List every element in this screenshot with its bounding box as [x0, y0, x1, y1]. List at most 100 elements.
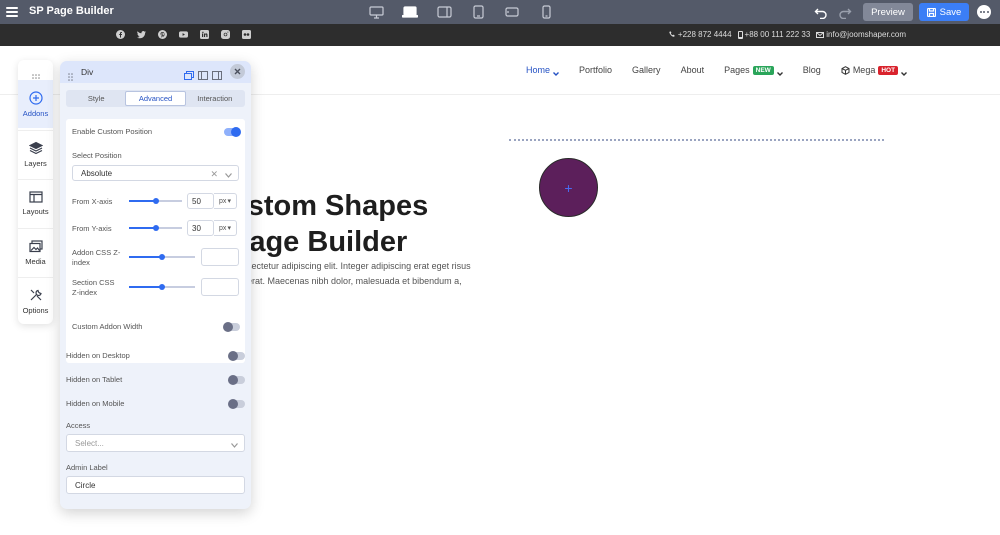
sidebar-item-label: Options: [22, 306, 49, 315]
sidebar-item-label: Addons: [22, 108, 49, 118]
position-select[interactable]: Absolute ✕: [72, 165, 239, 181]
hidden-desktop-toggle[interactable]: [228, 351, 245, 361]
nav-label: Home: [526, 65, 551, 75]
chevron-down-icon: [901, 68, 908, 76]
custom-addon-width-toggle[interactable]: [223, 322, 240, 332]
hidden-tablet-toggle[interactable]: [228, 375, 245, 385]
envelope-icon: [816, 31, 825, 38]
access-select[interactable]: Select...: [66, 434, 245, 452]
sidebar-item-label: Layers: [24, 159, 47, 168]
save-button[interactable]: Save: [919, 3, 969, 21]
from-x-slider[interactable]: [129, 198, 182, 204]
hamburger-menu-icon[interactable]: [6, 5, 18, 19]
sidebar-item-options[interactable]: Options: [18, 277, 53, 325]
media-icon: [28, 239, 43, 252]
drag-handle-icon[interactable]: [32, 67, 40, 79]
admin-label-input[interactable]: Circle: [66, 476, 245, 494]
builder-sidebar: Addons Layers Layouts Media Options: [18, 60, 53, 324]
clear-x-icon[interactable]: ✕: [210, 169, 218, 180]
cube-icon: [841, 65, 850, 75]
phone2-text: +88 00 111 222 33: [744, 30, 811, 39]
from-x-label: From X-axis: [72, 197, 113, 206]
sidebar-item-label: Layouts: [22, 207, 49, 216]
nav-item-blog[interactable]: Blog: [803, 65, 821, 75]
plus-circle-icon: [28, 90, 43, 105]
dotted-divider: [509, 139, 884, 141]
panel-header[interactable]: Div: [60, 61, 251, 83]
from-y-unit-select[interactable]: px ▾: [214, 220, 237, 236]
youtube-icon[interactable]: [179, 30, 188, 39]
nav-label: Blog: [802, 65, 821, 75]
laptop-icon[interactable]: [398, 3, 422, 21]
hidden-mobile-toggle[interactable]: [228, 399, 245, 409]
section-z-index-slider[interactable]: [129, 284, 195, 290]
nav-item-about[interactable]: About: [681, 65, 705, 75]
nav-item-home[interactable]: Home: [526, 65, 560, 76]
nav-item-pages[interactable]: Pages NEW: [724, 65, 783, 76]
close-icon[interactable]: [230, 64, 245, 79]
site-top-bar: +228 872 4444 +88 00 111 222 33 info@joo…: [0, 24, 1000, 46]
from-x-input[interactable]: 50: [187, 193, 214, 209]
chevron-down-icon: [231, 441, 238, 450]
instagram-icon[interactable]: [221, 30, 230, 39]
app-title: SP Page Builder: [29, 5, 114, 17]
undo-icon[interactable]: [814, 5, 828, 20]
linkedin-icon[interactable]: [200, 30, 209, 39]
flickr-icon[interactable]: [242, 30, 251, 39]
unit-label: px: [219, 197, 227, 205]
from-y-slider[interactable]: [129, 225, 182, 231]
mobile-landscape-icon[interactable]: [500, 3, 524, 21]
unit-label: px: [219, 224, 227, 232]
email-contact[interactable]: info@joomshaper.com: [816, 30, 906, 39]
save-button-label: Save: [939, 6, 962, 18]
addon-z-index-input[interactable]: [201, 248, 239, 266]
pinterest-icon[interactable]: [158, 30, 167, 39]
drag-handle-icon[interactable]: [68, 68, 73, 86]
nav-label: Pages: [724, 65, 750, 75]
hidden-mobile-label: Hidden on Mobile: [66, 399, 125, 408]
section-z-index-input[interactable]: [201, 278, 239, 296]
dock-right-icon[interactable]: [212, 67, 222, 80]
mobile-contact[interactable]: +88 00 111 222 33: [737, 30, 811, 39]
facebook-icon[interactable]: [116, 30, 125, 39]
addon-z-index-slider[interactable]: [129, 254, 195, 260]
twitter-icon[interactable]: [137, 30, 146, 39]
sidebar-item-layouts[interactable]: Layouts: [18, 179, 53, 227]
float-window-icon[interactable]: [184, 67, 194, 80]
nav-label: Mega: [852, 65, 876, 75]
sidebar-item-addons[interactable]: Addons: [18, 80, 53, 128]
from-x-unit-select[interactable]: px ▾: [214, 193, 237, 209]
from-y-input[interactable]: 30: [187, 220, 214, 236]
redo-icon[interactable]: [838, 5, 852, 20]
preview-button[interactable]: Preview: [863, 3, 913, 21]
access-label: Access: [66, 421, 91, 430]
nav-label: Portfolio: [579, 65, 613, 75]
dock-left-icon[interactable]: [198, 67, 208, 80]
nav-label: About: [680, 65, 705, 75]
section-z-index-label: Section CSS Z-index: [72, 278, 115, 298]
sidebar-item-layers[interactable]: Layers: [18, 130, 53, 178]
mobile-portrait-icon[interactable]: [534, 3, 558, 21]
phone1-text: +228 872 4444: [677, 30, 732, 39]
desktop-monitor-icon[interactable]: [364, 3, 388, 21]
more-options-icon[interactable]: [977, 5, 991, 19]
app-toolbar: SP Page Builder Preview Save: [0, 0, 1000, 24]
nav-item-portfolio[interactable]: Portfolio: [579, 65, 612, 75]
tab-advanced[interactable]: Advanced: [125, 91, 186, 106]
nav-item-gallery[interactable]: Gallery: [632, 65, 661, 75]
device-switcher: [364, 3, 558, 21]
tablet-landscape-icon[interactable]: [432, 3, 456, 21]
nav-item-mega[interactable]: Mega HOT: [841, 65, 908, 76]
tab-interaction[interactable]: Interaction: [186, 91, 244, 106]
enable-custom-position-toggle[interactable]: [224, 127, 241, 137]
heading-line: ustom Shapes: [230, 190, 429, 222]
circle-shape-addon[interactable]: +: [539, 158, 598, 217]
add-plus-icon[interactable]: +: [564, 181, 572, 195]
tablet-portrait-icon[interactable]: [466, 3, 490, 21]
tab-style[interactable]: Style: [67, 91, 125, 106]
sidebar-item-media[interactable]: Media: [18, 228, 53, 276]
paragraph-line: erat. Maecenas nibh dolor, malesuada et …: [247, 276, 462, 286]
chevron-down-icon: ▾: [227, 225, 231, 232]
phone-contact[interactable]: +228 872 4444: [669, 30, 732, 39]
page-paragraph: sectetur adipiscing elit. Integer adipis…: [247, 259, 507, 289]
